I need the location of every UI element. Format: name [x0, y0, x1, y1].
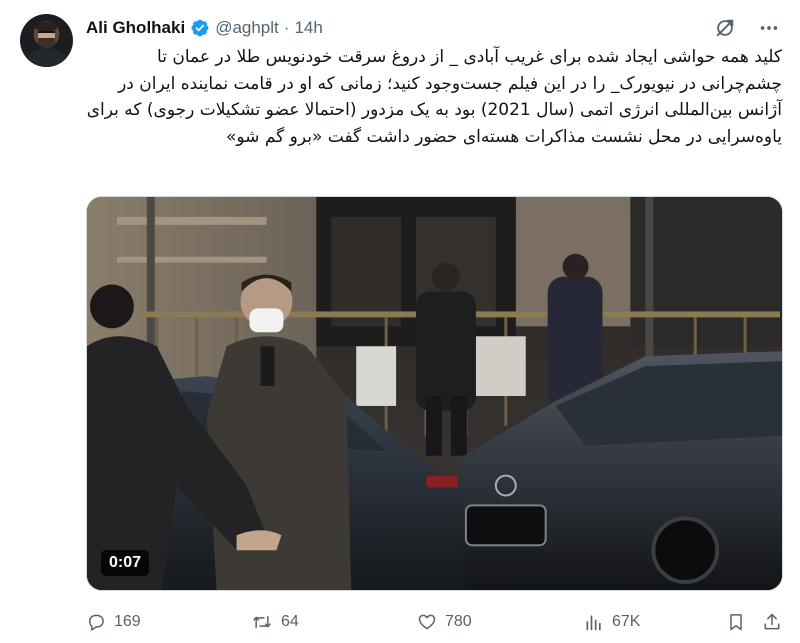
- share-icon: [764, 613, 780, 630]
- avatar[interactable]: [20, 14, 73, 67]
- views-button[interactable]: 67K: [584, 608, 640, 636]
- retweet-button[interactable]: 64: [251, 608, 299, 636]
- tweet-time[interactable]: 14h: [294, 18, 322, 38]
- top-actions: [712, 15, 782, 41]
- reply-icon: [89, 614, 104, 631]
- views-icon: [586, 615, 601, 631]
- like-button[interactable]: 780: [417, 608, 472, 636]
- like-count: 780: [445, 613, 472, 630]
- display-name[interactable]: Ali Gholhaki: [86, 18, 185, 38]
- reply-count: 169: [114, 613, 141, 630]
- tweet-actions: 169 64 780 67K: [86, 608, 786, 636]
- tweet: Ali Gholhaki @aghplt · 14h کلید همه حواش…: [0, 0, 800, 643]
- separator-dot: ·: [283, 18, 290, 37]
- retweet-count: 64: [281, 613, 299, 630]
- retweet-icon: [253, 616, 271, 628]
- heart-icon: [418, 614, 436, 630]
- user-handle[interactable]: @aghplt: [215, 18, 279, 38]
- views-count: 67K: [612, 613, 641, 630]
- tweet-header: Ali Gholhaki @aghplt · 14h: [86, 17, 323, 39]
- grok-icon[interactable]: [712, 15, 738, 41]
- tweet-text: کلید همه حواشی ایجاد شده برای غریب آبادی…: [81, 47, 782, 147]
- reply-button[interactable]: 169: [86, 608, 141, 636]
- more-icon[interactable]: [756, 15, 782, 41]
- video-frame: [87, 197, 782, 590]
- video-duration: 0:07: [101, 550, 150, 576]
- share-button[interactable]: [762, 608, 782, 636]
- bookmark-button[interactable]: [726, 608, 746, 636]
- bookmark-icon: [730, 614, 742, 631]
- video-player[interactable]: 0:07: [86, 196, 783, 591]
- verified-badge-icon: [190, 18, 210, 38]
